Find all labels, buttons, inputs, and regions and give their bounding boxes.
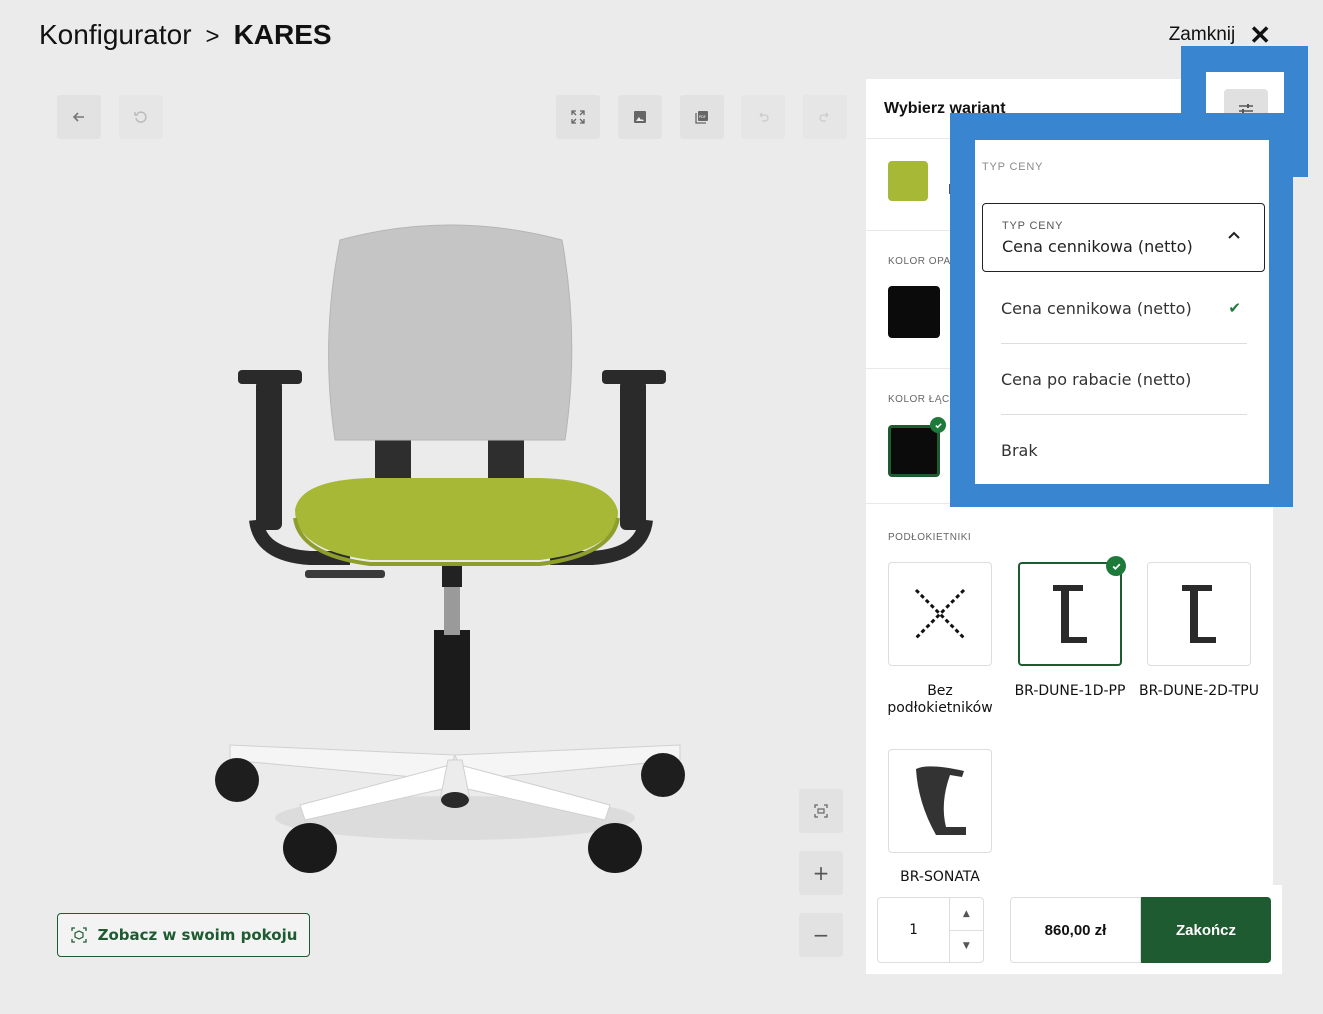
breadcrumb-current: KARES [233, 19, 332, 50]
close-button[interactable]: Zamknij ✕ [1169, 22, 1271, 48]
armrest-option-sonata[interactable] [888, 749, 992, 853]
close-label: Zamknij [1168, 24, 1236, 45]
zoom-in-button[interactable]: + [799, 851, 843, 895]
image-icon [634, 111, 646, 123]
chevron-up-icon [1228, 231, 1240, 239]
breadcrumb-root[interactable]: Konfigurator [39, 19, 192, 51]
fullscreen-icon [571, 110, 585, 124]
fabric-swatch[interactable] [888, 161, 928, 201]
price-type-option-discount[interactable]: Cena po rabacie (netto) [1001, 344, 1247, 415]
chevron-up-icon[interactable]: ▲ [949, 898, 983, 931]
armrest-label-sonata: BR-SONATA [900, 869, 980, 885]
check-badge-icon [930, 417, 946, 433]
armrest-dune-2d-icon [1182, 585, 1216, 643]
price-type-option-none[interactable]: Brak [1001, 415, 1247, 486]
view-in-room-label: Zobacz w swoim pokoju [97, 926, 298, 944]
armrest-sonata-icon [916, 766, 966, 835]
armrest-label-dune-2d: BR-DUNE-2D-TPU [1139, 683, 1259, 699]
undo-button[interactable] [741, 95, 785, 139]
reset-icon [134, 111, 147, 123]
breadcrumb: Konfigurator > KARES [39, 19, 332, 51]
total-price: 860,00 zł [1010, 897, 1141, 963]
selected-check-icon [1106, 556, 1126, 576]
check-icon: ✔ [1228, 299, 1241, 317]
pdf-icon: PDF [695, 111, 708, 124]
armrest-label-dune-1d: BR-DUNE-1D-PP [1014, 683, 1126, 699]
joint-color-label: KOLOR ŁĄC [888, 394, 950, 405]
image-button[interactable] [618, 95, 662, 139]
back-color-label: KOLOR OPA [888, 256, 951, 267]
ar-cube-icon [70, 927, 87, 943]
back-arrow-button[interactable] [57, 95, 101, 139]
svg-text:PDF: PDF [699, 115, 706, 119]
view-in-room-button[interactable]: Zobacz w swoim pokoju [57, 913, 310, 957]
option-label: Brak [1001, 441, 1038, 460]
fit-view-icon [814, 804, 828, 818]
quantity-value[interactable]: 1 [878, 898, 949, 962]
price-type-selected-value: Cena cennikowa (netto) [1002, 237, 1193, 256]
zoom-out-button[interactable]: − [799, 913, 843, 957]
quantity-stepper[interactable]: 1 ▲ ▼ [877, 897, 984, 963]
close-icon: ✕ [1249, 20, 1271, 50]
breadcrumb-separator: > [205, 23, 220, 50]
price-type-option-list[interactable]: Cena cennikowa (netto) ✔ [1001, 273, 1247, 344]
checkout-bar: 1 ▲ ▼ 860,00 zł Zakończ [866, 885, 1282, 974]
undo-icon [759, 112, 769, 122]
redo-button[interactable] [803, 95, 847, 139]
fit-view-button[interactable] [799, 789, 843, 833]
armrest-label-none: Bez podłokietników [887, 683, 993, 716]
redo-icon [819, 112, 829, 122]
fullscreen-button[interactable] [556, 95, 600, 139]
minus-icon: − [812, 923, 830, 947]
chair-3d-preview[interactable] [200, 200, 720, 890]
finish-button[interactable]: Zakończ [1141, 897, 1271, 963]
chevron-down-icon[interactable]: ▼ [950, 931, 983, 963]
option-label: Cena po rabacie (netto) [1001, 369, 1192, 389]
armrest-option-none[interactable] [888, 562, 992, 666]
price-type-field-label: TYP CENY [1002, 220, 1064, 232]
price-type-section-label: TYP CENY [982, 161, 1044, 173]
no-armrest-icon [914, 588, 966, 640]
pdf-button[interactable]: PDF [680, 95, 724, 139]
reset-button[interactable] [119, 95, 163, 139]
back-color-swatch-black[interactable] [888, 286, 940, 338]
armrest-dune-icon [1053, 585, 1087, 643]
option-label: Cena cennikowa (netto) [1001, 298, 1192, 318]
plus-icon: + [812, 861, 830, 885]
arrow-left-icon [72, 112, 84, 122]
joint-color-swatch-black[interactable] [888, 425, 940, 477]
armrests-label: PODŁOKIETNIKI [888, 532, 972, 543]
armrest-option-dune-1d[interactable] [1018, 562, 1122, 666]
price-type-select[interactable]: TYP CENY Cena cennikowa (netto) [982, 203, 1265, 272]
armrest-option-dune-2d[interactable] [1147, 562, 1251, 666]
